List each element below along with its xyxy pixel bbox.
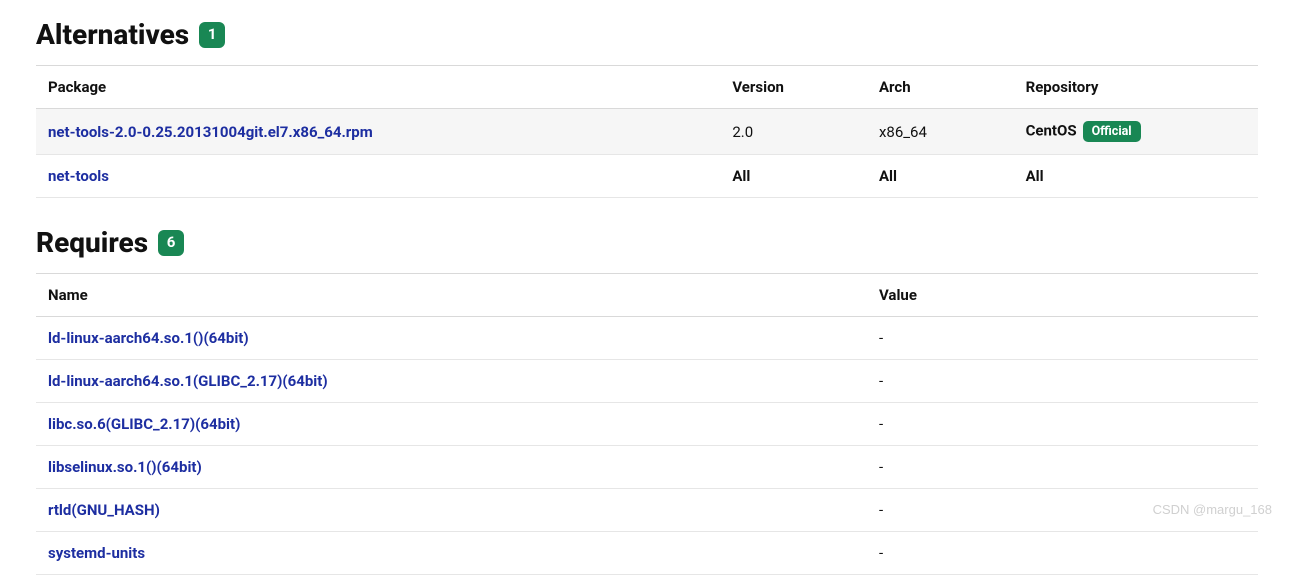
version-cell: 2.0: [720, 109, 867, 155]
require-link[interactable]: rtld(GNU_HASH): [48, 501, 160, 519]
alternatives-header-row: Package Version Arch Repository: [36, 66, 1258, 109]
package-link[interactable]: net-tools: [48, 167, 109, 185]
value-cell: -: [867, 532, 1258, 575]
table-row: net-tools-2.0-0.25.20131004git.el7.x86_6…: [36, 109, 1258, 155]
repository-name: CentOS: [1026, 121, 1077, 139]
table-row: libselinux.so.1()(64bit) -: [36, 446, 1258, 489]
table-row: rtld(GNU_HASH) -: [36, 489, 1258, 532]
repository-cell: All: [1014, 155, 1258, 198]
value-cell: -: [867, 360, 1258, 403]
requires-count-badge: 6: [158, 230, 184, 256]
alternatives-title: Alternatives: [36, 18, 189, 51]
table-row: ld-linux-aarch64.so.1(GLIBC_2.17)(64bit)…: [36, 360, 1258, 403]
arch-cell: x86_64: [867, 109, 1014, 155]
col-header-value: Value: [867, 274, 1258, 317]
repository-name: All: [1026, 167, 1044, 185]
alternatives-count-badge: 1: [199, 22, 225, 48]
col-header-arch: Arch: [867, 66, 1014, 109]
repository-cell: CentOS Official: [1014, 109, 1258, 155]
version-cell: All: [720, 155, 867, 198]
value-cell: -: [867, 317, 1258, 360]
requires-heading: Requires 6: [36, 226, 1258, 259]
alternatives-heading: Alternatives 1: [36, 18, 1258, 51]
requires-title: Requires: [36, 226, 148, 259]
arch-cell: All: [867, 155, 1014, 198]
value-cell: -: [867, 403, 1258, 446]
official-badge: Official: [1083, 121, 1141, 142]
col-header-name: Name: [36, 274, 867, 317]
col-header-repository: Repository: [1014, 66, 1258, 109]
table-row: ld-linux-aarch64.so.1()(64bit) -: [36, 317, 1258, 360]
table-row: net-toolsAllAllAll: [36, 155, 1258, 198]
col-header-package: Package: [36, 66, 720, 109]
require-link[interactable]: ld-linux-aarch64.so.1()(64bit): [48, 329, 249, 347]
require-link[interactable]: ld-linux-aarch64.so.1(GLIBC_2.17)(64bit): [48, 372, 328, 390]
require-link[interactable]: systemd-units: [48, 544, 145, 562]
alternatives-table: Package Version Arch Repository net-tool…: [36, 65, 1258, 198]
require-link[interactable]: libselinux.so.1()(64bit): [48, 458, 202, 476]
value-cell: -: [867, 489, 1258, 532]
table-row: systemd-units -: [36, 532, 1258, 575]
requires-table: Name Value ld-linux-aarch64.so.1()(64bit…: [36, 273, 1258, 575]
value-cell: -: [867, 446, 1258, 489]
col-header-version: Version: [720, 66, 867, 109]
requires-header-row: Name Value: [36, 274, 1258, 317]
require-link[interactable]: libc.so.6(GLIBC_2.17)(64bit): [48, 415, 240, 433]
table-row: libc.so.6(GLIBC_2.17)(64bit) -: [36, 403, 1258, 446]
package-link[interactable]: net-tools-2.0-0.25.20131004git.el7.x86_6…: [48, 123, 373, 141]
